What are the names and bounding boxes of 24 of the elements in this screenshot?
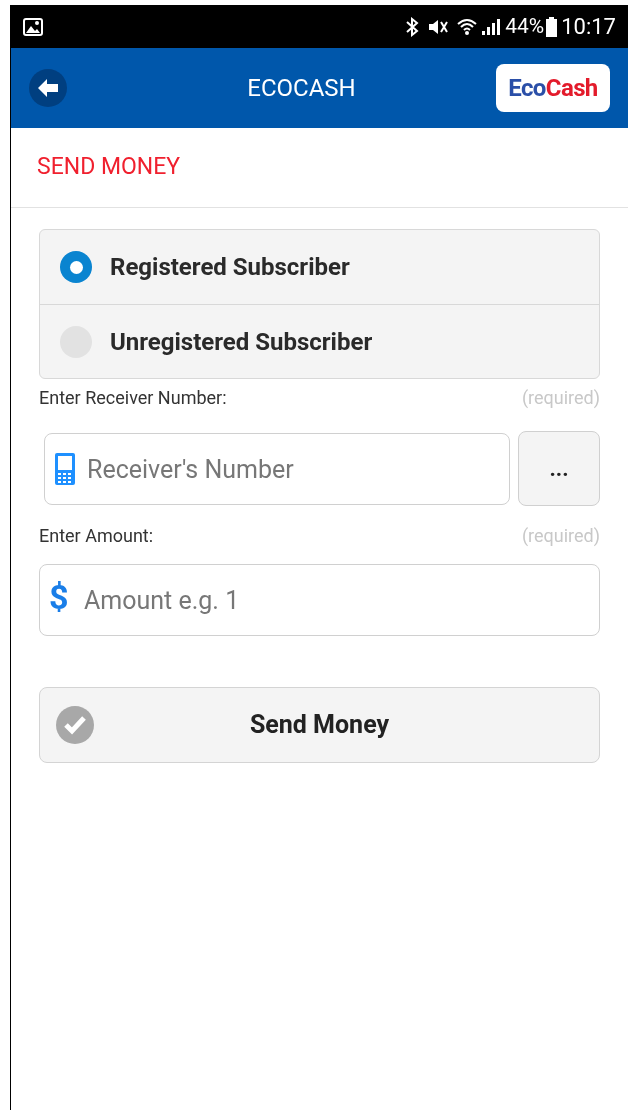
receiver-number-field[interactable]: Receiver's Number: [44, 433, 510, 505]
mute-icon: [427, 17, 450, 36]
dollar-sign: $: [49, 576, 69, 619]
check-icon: [56, 706, 94, 744]
mobile-phone-icon: [54, 452, 76, 486]
ecocash-logo: EcoCash: [496, 64, 610, 112]
battery-percentage: 44%: [505, 12, 545, 40]
back-button[interactable]: [29, 69, 67, 107]
page-heading: SEND MONEY: [37, 152, 181, 183]
radio-option[interactable]: Unregistered Subscriber: [40, 304, 599, 378]
back-arrow-icon: [37, 78, 59, 98]
wifi-icon: [457, 17, 478, 36]
header-title: ECOCASH: [246, 73, 357, 104]
send-money-button[interactable]: Send Money: [39, 687, 600, 763]
field-label: Enter Amount:: [39, 524, 154, 548]
field-label: Enter Receiver Number:: [39, 386, 227, 410]
battery-icon: [546, 16, 558, 37]
contacts-button[interactable]: ...: [518, 431, 600, 506]
radio-option[interactable]: Registered Subscriber: [40, 230, 599, 304]
clock: 10:17: [561, 13, 616, 41]
signal-icon: [481, 17, 502, 36]
image-icon: [23, 17, 43, 36]
radio-button[interactable]: [60, 251, 92, 283]
bluetooth-icon: [405, 16, 420, 37]
